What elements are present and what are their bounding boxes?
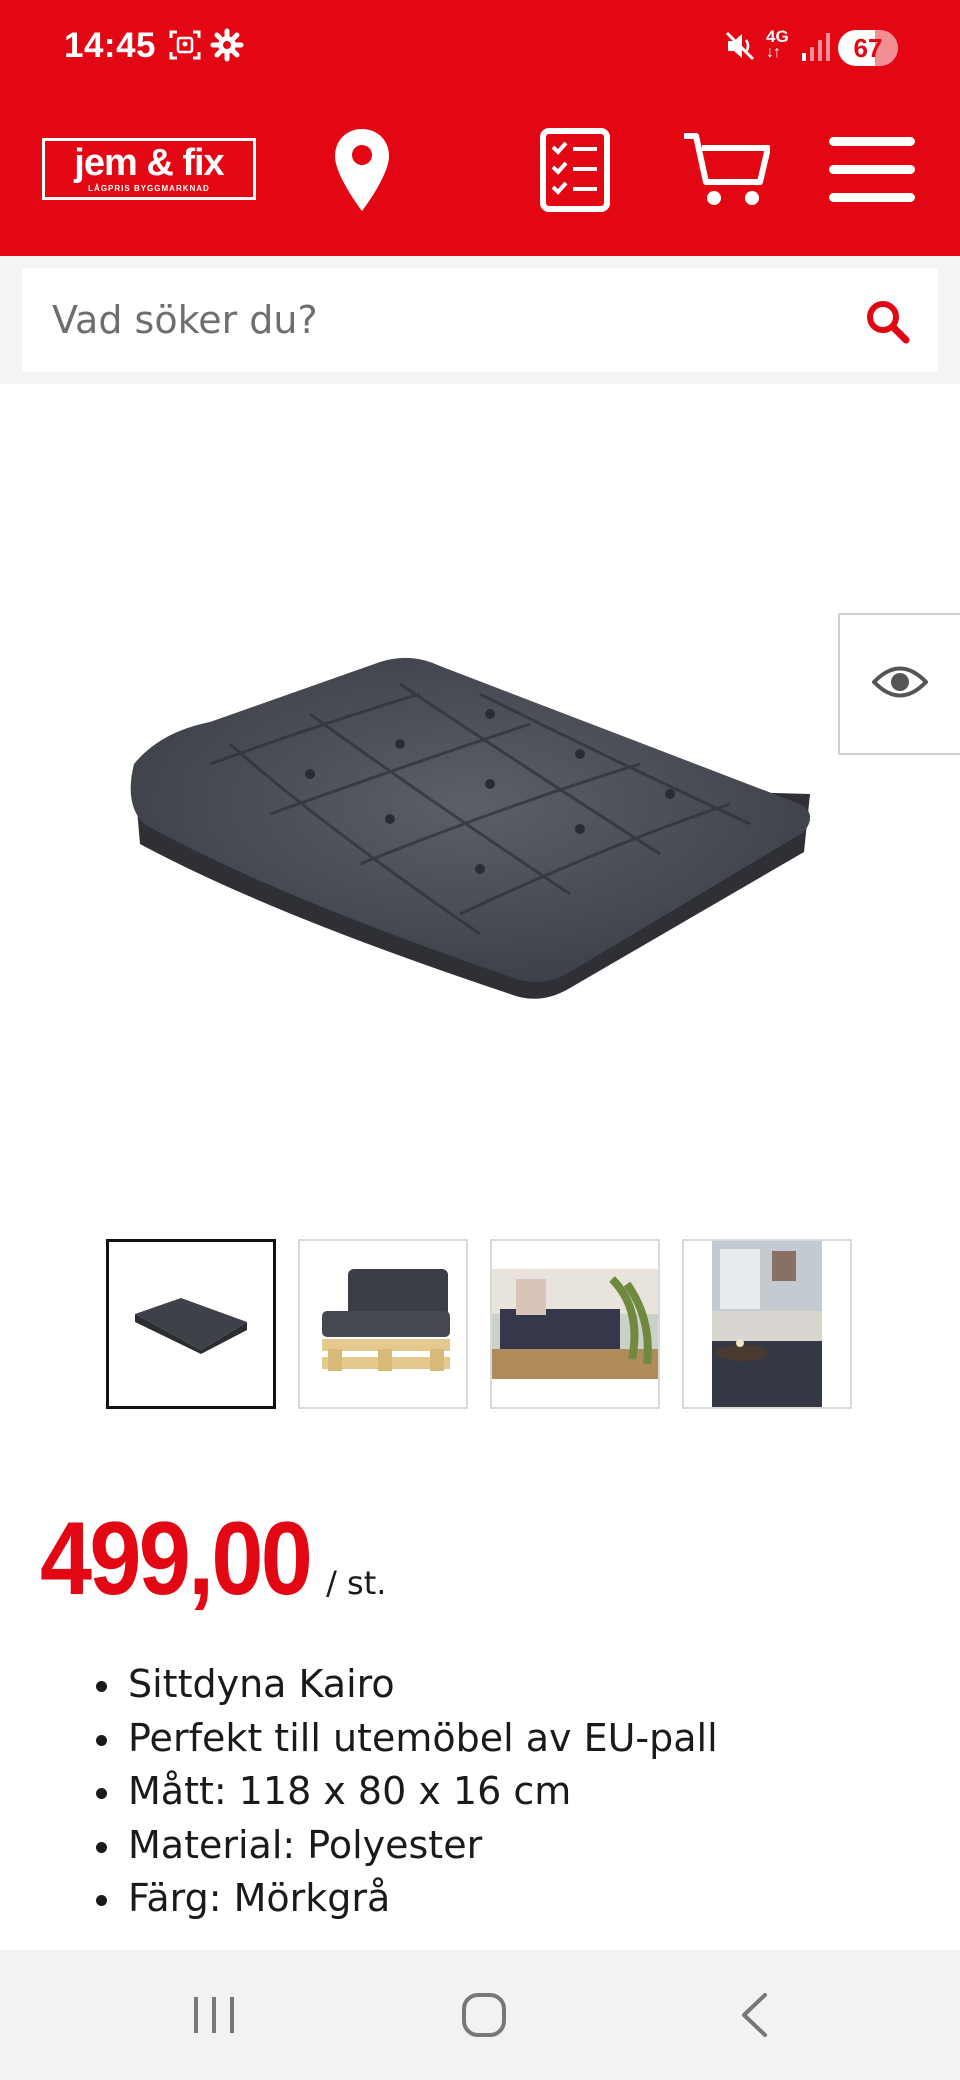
feature-item: Sittdyna Kairo <box>90 1658 718 1712</box>
logo[interactable]: jem & fix LÅGPRIS BYGGMARKNAD <box>42 138 256 200</box>
search-input[interactable] <box>52 268 832 372</box>
mute-icon <box>724 30 756 66</box>
search-box <box>22 268 938 372</box>
feature-item: Färg: Mörkgrå <box>90 1872 718 1926</box>
store-locator-button[interactable] <box>322 122 402 222</box>
product-price: 499,00 <box>40 1501 313 1617</box>
main-menu-button[interactable] <box>822 122 922 222</box>
status-bar: 14:45 4G ↓↑ 67 <box>0 0 960 100</box>
signal-strength-icon <box>800 32 832 66</box>
system-nav-bar <box>0 1950 960 2080</box>
shopping-list-icon <box>539 127 611 217</box>
feature-list: Sittdyna Kairo Perfekt till utemöbel av … <box>90 1658 718 1926</box>
location-pin-icon <box>333 127 391 217</box>
recent-apps-icon[interactable] <box>154 1980 274 2050</box>
settings-gear-icon <box>210 28 244 66</box>
back-icon[interactable] <box>694 1980 814 2050</box>
shopping-list-button[interactable] <box>530 122 620 222</box>
view-image-button[interactable] <box>838 613 960 755</box>
cart-icon <box>682 130 771 214</box>
status-time: 14:45 <box>64 26 157 65</box>
search-bar <box>0 256 960 384</box>
eye-icon <box>871 665 929 703</box>
site-header: jem & fix LÅGPRIS BYGGMARKNAD <box>0 100 960 256</box>
product-image[interactable] <box>120 654 820 1008</box>
cart-button[interactable] <box>676 122 776 222</box>
home-icon[interactable] <box>424 1980 544 2050</box>
thumbnail-strip <box>106 1239 852 1409</box>
thumbnail-pallet-sofa[interactable] <box>298 1239 468 1409</box>
thumbnail-outdoor-sofa[interactable] <box>490 1239 660 1409</box>
search-icon[interactable] <box>864 298 910 344</box>
network-type-icon: 4G ↓↑ <box>766 27 789 61</box>
logo-text: jem & fix <box>74 142 224 184</box>
logo-subtitle: LÅGPRIS BYGGMARKNAD <box>88 184 210 193</box>
feature-item: Material: Polyester <box>90 1819 718 1873</box>
feature-item: Mått: 118 x 80 x 16 cm <box>90 1765 718 1819</box>
battery-indicator: 67 <box>838 30 898 66</box>
hamburger-menu-icon <box>829 135 915 209</box>
screenshot-icon <box>168 28 202 66</box>
product-image-area <box>0 384 960 1184</box>
price-row: 499,00 / st. <box>40 1500 386 1619</box>
feature-item: Perfekt till utemöbel av EU-pall <box>90 1712 718 1766</box>
thumbnail-indoor-sofa[interactable] <box>682 1239 852 1409</box>
thumbnail-cushion[interactable] <box>106 1239 276 1409</box>
price-unit: / st. <box>326 1564 387 1602</box>
